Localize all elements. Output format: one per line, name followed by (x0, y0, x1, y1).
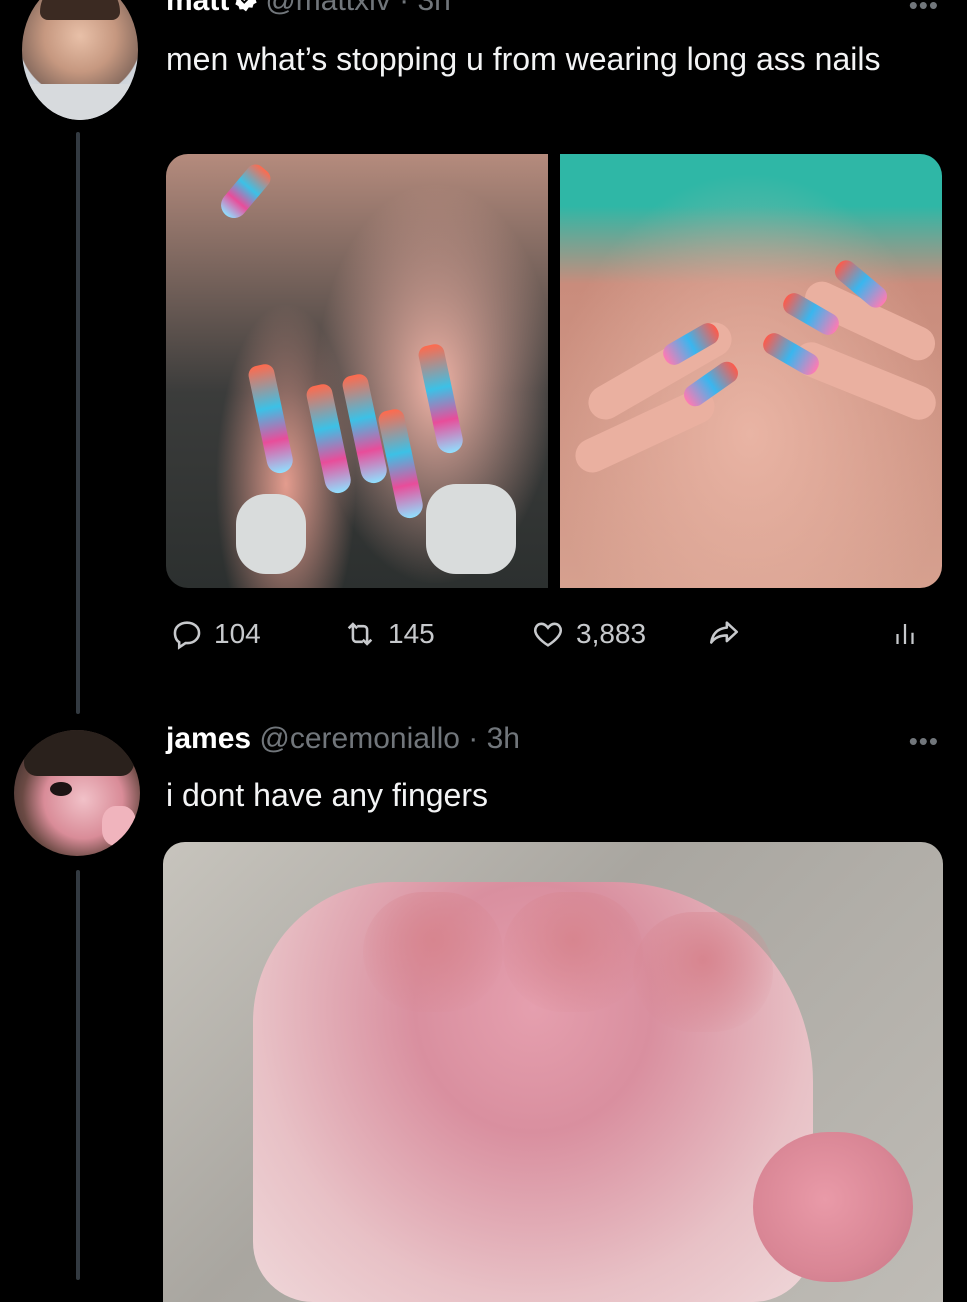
tweet-2-text: i dont have any fingers (166, 777, 488, 813)
retweet-button[interactable]: 145 (342, 612, 435, 656)
tweet-1-header: matt @mattxiv · 3h (166, 0, 451, 18)
share-button[interactable] (706, 612, 742, 656)
thumb (753, 1132, 913, 1282)
avatar-shirt (22, 84, 138, 120)
like-button[interactable]: 3,883 (530, 612, 646, 656)
nail (246, 362, 296, 476)
nail (416, 342, 466, 456)
tweet-1-photo-right[interactable] (560, 154, 942, 588)
reply-icon (173, 621, 201, 650)
tweet-1-photo-left[interactable] (166, 154, 548, 588)
like-count: 3,883 (576, 618, 647, 649)
reply-button[interactable]: 104 (170, 612, 261, 656)
avatar-hair (24, 730, 134, 776)
tweet-2-handle[interactable]: @ceremoniallo · 3h (259, 722, 520, 755)
knuckle (503, 892, 643, 1012)
knuckle (633, 912, 773, 1032)
thread-line-2 (76, 870, 80, 1280)
analytics-icon (896, 624, 914, 644)
shoe (426, 484, 516, 574)
more-icon[interactable]: ••• (909, 0, 939, 21)
avatar-eye (50, 782, 72, 796)
nail (759, 329, 823, 379)
tweet-1-action-bar: 104 145 3,883 (166, 612, 926, 656)
verified-badge-icon (235, 0, 257, 12)
avatar-matt[interactable] (22, 0, 138, 120)
tweet-2-name[interactable]: james (166, 722, 251, 755)
nail (215, 160, 275, 224)
tweet-2-header: james @ceremoniallo · 3h (166, 722, 520, 756)
avatar-hair (40, 0, 120, 20)
retweet-icon (347, 622, 373, 646)
knuckle (363, 892, 503, 1012)
tweet-1-text: men what’s stopping u from wearing long … (166, 41, 881, 77)
retweet-count: 145 (388, 618, 435, 649)
like-icon (534, 622, 562, 647)
analytics-button[interactable] (890, 612, 920, 656)
avatar-snout (102, 806, 136, 846)
avatar-james[interactable] (14, 730, 140, 856)
tweet-2-photo[interactable] (163, 842, 943, 1302)
tweet-1-handle[interactable]: @mattxiv · 3h (265, 0, 451, 17)
shoe (236, 494, 306, 574)
reply-count: 104 (214, 618, 261, 649)
thread-line-1 (76, 132, 80, 714)
share-icon (709, 621, 739, 644)
tweet-1-name[interactable]: matt (166, 0, 229, 17)
more-icon[interactable]: ••• (909, 726, 939, 757)
